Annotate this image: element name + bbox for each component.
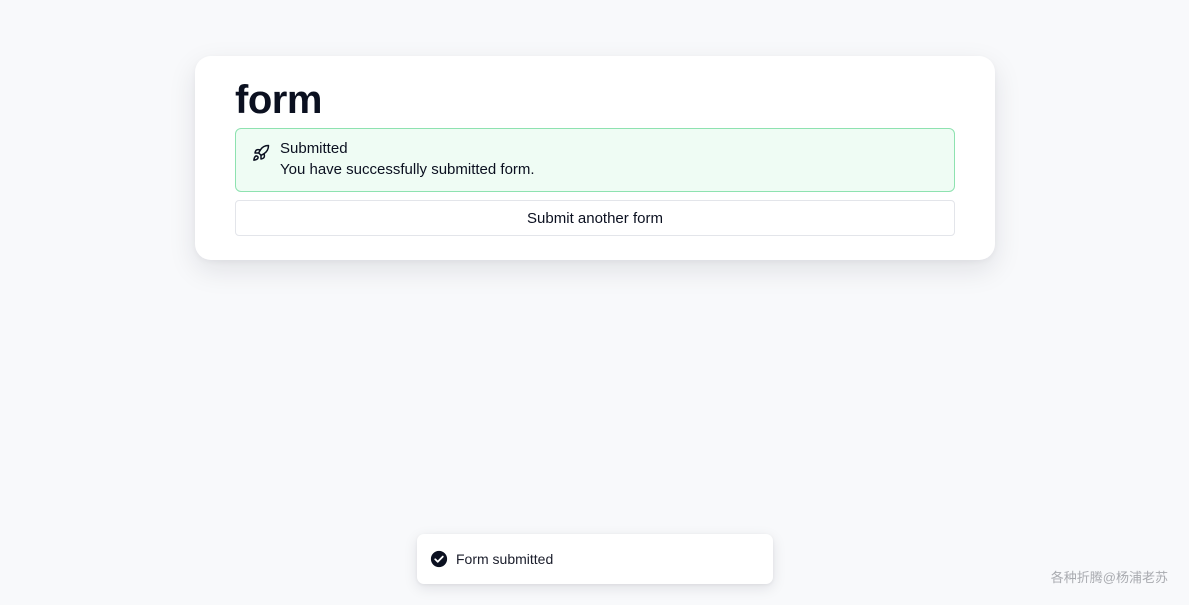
alert-title: Submitted [280, 140, 348, 157]
alert-description: You have successfully submitted form. [280, 161, 535, 178]
success-alert: Submitted You have successfully submitte… [235, 128, 955, 192]
toast-message: Form submitted [456, 551, 554, 567]
form-card: form Submitted You have successfully sub… [195, 56, 995, 260]
page-title: form [235, 78, 322, 122]
submit-another-form-button[interactable]: Submit another form [235, 200, 955, 236]
check-circle-icon [430, 550, 448, 568]
watermark: 各种折腾@杨浦老苏 [1050, 570, 1168, 585]
toast-notification: Form submitted [417, 534, 773, 584]
rocket-icon [252, 144, 270, 162]
